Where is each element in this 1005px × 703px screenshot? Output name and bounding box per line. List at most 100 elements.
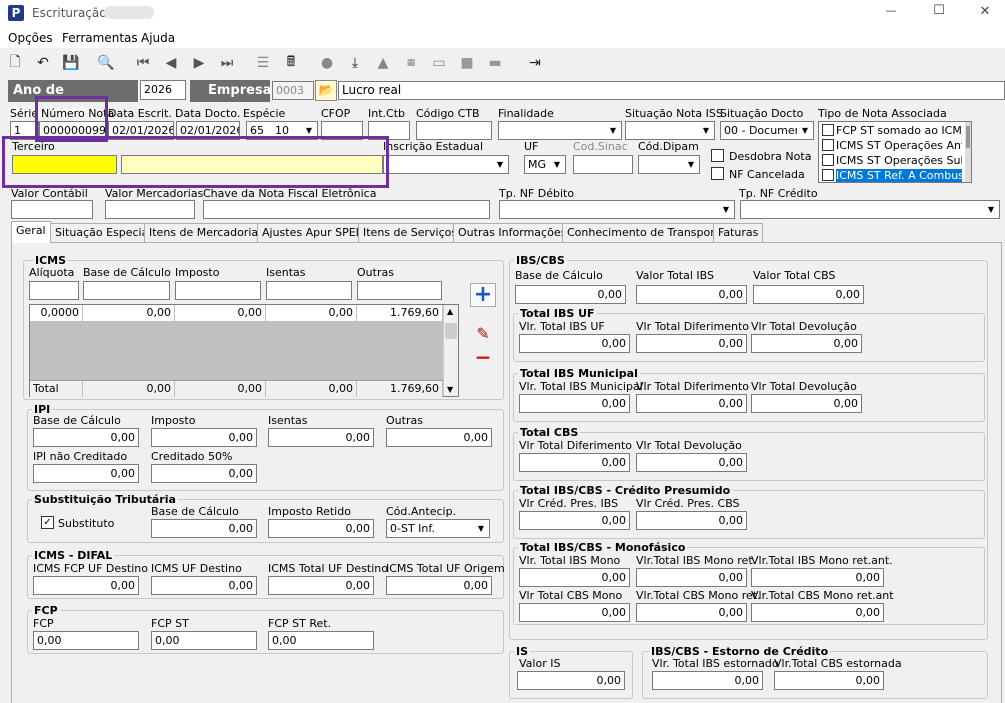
uf-select[interactable]: MG ▼ (524, 155, 566, 174)
ibs-uf-a-input[interactable]: 0,00 (519, 334, 630, 353)
mono-d-input[interactable]: 0,00 (519, 603, 630, 622)
codigo-ctb-input[interactable] (416, 121, 492, 140)
cancelada-checkbox[interactable] (711, 167, 724, 180)
table-row[interactable]: 0,0000 0,00 0,00 0,00 1.769,60 (30, 305, 443, 322)
undo-icon[interactable]: ↶ (32, 52, 54, 74)
grid-scrollbar[interactable]: ▲ ▼ (443, 305, 458, 396)
is-input[interactable]: 0,00 (517, 671, 625, 690)
tab-ajustes-sped[interactable]: Ajustes Apur SPED (257, 223, 370, 242)
situacao-docto-select[interactable]: 00 - Document ▼ (720, 121, 814, 140)
st-retido-input[interactable]: 0,00 (268, 519, 374, 538)
st-base-input[interactable]: 0,00 (151, 519, 257, 538)
valor-contabil-input[interactable] (11, 200, 93, 219)
icms-grid[interactable]: 0,0000 0,00 0,00 0,00 1.769,60 Total 0,0… (29, 304, 459, 397)
mono-f-input[interactable]: 0,00 (751, 603, 884, 622)
ipi-creditado50-input[interactable]: 0,00 (151, 464, 257, 483)
chave-nfe-input[interactable] (203, 200, 490, 219)
inscricao-estadual-select[interactable]: ▼ (383, 155, 509, 174)
cred-b-input[interactable]: 0,00 (636, 511, 747, 530)
fcp-st-ret-input[interactable]: 0,00 (268, 631, 374, 650)
ibs-uf-b-input[interactable]: 0,00 (636, 334, 747, 353)
tab-itens-mercadorias[interactable]: Itens de Mercadorias (144, 223, 269, 242)
checkbox[interactable] (822, 124, 834, 136)
tab-conhecimento-transporte[interactable]: Conhecimento de Transporte (562, 223, 731, 242)
panel-icon[interactable]: ▭ (428, 52, 450, 74)
ipi-isentas-input[interactable]: 0,00 (268, 428, 374, 447)
next-icon[interactable]: ▶ (188, 52, 210, 74)
save-icon[interactable]: 💾 (60, 52, 82, 74)
ipi-nao-creditado-input[interactable]: 0,00 (33, 464, 139, 483)
remove-icon[interactable]: − (470, 347, 496, 368)
tree-icon[interactable]: ▲ (372, 52, 394, 74)
tab-situacao-especial[interactable]: Situação Especial (50, 223, 157, 242)
tab-itens-servicos[interactable]: Itens de Serviços (358, 223, 463, 242)
cbs-b-input[interactable]: 0,00 (636, 453, 747, 472)
cod-sinac-input[interactable] (573, 155, 633, 174)
fcp-input[interactable]: 0,00 (33, 631, 139, 650)
calc-icon[interactable]: 🖩 (280, 52, 302, 74)
situacao-iss-select[interactable]: ▼ (625, 121, 715, 140)
icms-aliquota-input[interactable] (29, 281, 79, 300)
menu-ferramentas[interactable]: Ferramentas (62, 31, 138, 45)
estorno-b-input[interactable]: 0,00 (774, 671, 884, 690)
scroll-down-icon[interactable]: ▼ (447, 385, 453, 394)
first-icon[interactable]: ⏮ (130, 52, 156, 74)
prev-icon[interactable]: ◀ (160, 52, 182, 74)
list-icon[interactable]: ☰ (252, 52, 274, 74)
checkbox[interactable] (822, 139, 834, 151)
scroll-up-icon[interactable]: ▲ (447, 307, 453, 316)
tab-faturas[interactable]: Faturas (713, 223, 764, 242)
checkbox[interactable] (822, 169, 834, 181)
block-icon[interactable]: ■ (456, 52, 478, 74)
difal-uf-dest-input[interactable]: 0,00 (151, 576, 257, 595)
mono-c-input[interactable]: 0,00 (751, 568, 884, 587)
cbs-icon[interactable]: ▦ (400, 52, 422, 74)
ipi-outras-input[interactable]: 0,00 (386, 428, 492, 447)
icms-imposto-input[interactable] (175, 281, 261, 300)
ibs-mun-a-input[interactable]: 0,00 (519, 394, 630, 413)
difal-total-orig-input[interactable]: 0,00 (386, 576, 492, 595)
checkbox[interactable] (822, 154, 834, 166)
minus-bar-icon[interactable]: ▬ (484, 52, 506, 74)
cbs-a-input[interactable]: 0,00 (519, 453, 630, 472)
cred-a-input[interactable]: 0,00 (519, 511, 630, 530)
menu-opcoes[interactable]: Opções (8, 31, 53, 45)
tp-nf-debito-select[interactable]: ▼ (499, 200, 735, 219)
mono-a-input[interactable]: 0,00 (519, 568, 630, 587)
tipo-nota-list[interactable]: FCP ST somado ao ICMS S ICMS ST Operaçõe… (818, 121, 972, 183)
list-item-selected[interactable]: ICMS ST Ref. A Combustív (822, 168, 962, 183)
tp-nf-credito-select[interactable]: ▼ (740, 200, 1000, 219)
list-item[interactable]: ICMS ST Operações Antec (822, 138, 962, 153)
scrollbar[interactable] (965, 122, 971, 182)
menu-ajuda[interactable]: Ajuda (141, 31, 175, 45)
ipi-base-input[interactable]: 0,00 (33, 428, 139, 447)
mono-b-input[interactable]: 0,00 (636, 568, 747, 587)
maximize-button[interactable]: ☐ (924, 3, 954, 18)
ibscbs-base-input[interactable]: 0,00 (515, 285, 626, 304)
finalidade-select[interactable]: ▼ (498, 121, 622, 140)
difal-fcp-input[interactable]: 0,00 (33, 576, 139, 595)
st-antecip-select[interactable]: 0-ST Inf. ▼ (386, 519, 490, 538)
ibscbs-cbs-input[interactable]: 0,00 (753, 285, 864, 304)
estorno-a-input[interactable]: 0,00 (652, 671, 763, 690)
print-preview-icon[interactable]: 🔍 (95, 52, 117, 74)
fcp-st-input[interactable]: 0,00 (151, 631, 257, 650)
difal-total-dest-input[interactable]: 0,00 (268, 576, 374, 595)
icms-base-input[interactable] (83, 281, 170, 300)
add-icon[interactable]: + (470, 283, 496, 307)
valor-mercadorias-input[interactable] (105, 200, 195, 219)
download-icon[interactable]: ⤓ (344, 52, 366, 74)
minimize-button[interactable]: — (876, 4, 906, 17)
ibscbs-ibs-input[interactable]: 0,00 (636, 285, 747, 304)
list-item[interactable]: FCP ST somado ao ICMS S (822, 123, 962, 138)
desdobra-checkbox[interactable] (711, 149, 724, 162)
empresa-code-input[interactable]: 0003 (272, 81, 314, 100)
new-icon[interactable]: 🗋 (4, 52, 26, 74)
tab-geral[interactable]: Geral (11, 221, 51, 243)
icms-outras-input[interactable] (357, 281, 442, 300)
tab-outras-informacoes[interactable]: Outras Informações (453, 223, 572, 242)
apple-icon[interactable]: ● (316, 52, 338, 74)
ibs-mun-c-input[interactable]: 0,00 (751, 394, 862, 413)
icms-isentas-input[interactable] (266, 281, 352, 300)
mono-e-input[interactable]: 0,00 (636, 603, 747, 622)
